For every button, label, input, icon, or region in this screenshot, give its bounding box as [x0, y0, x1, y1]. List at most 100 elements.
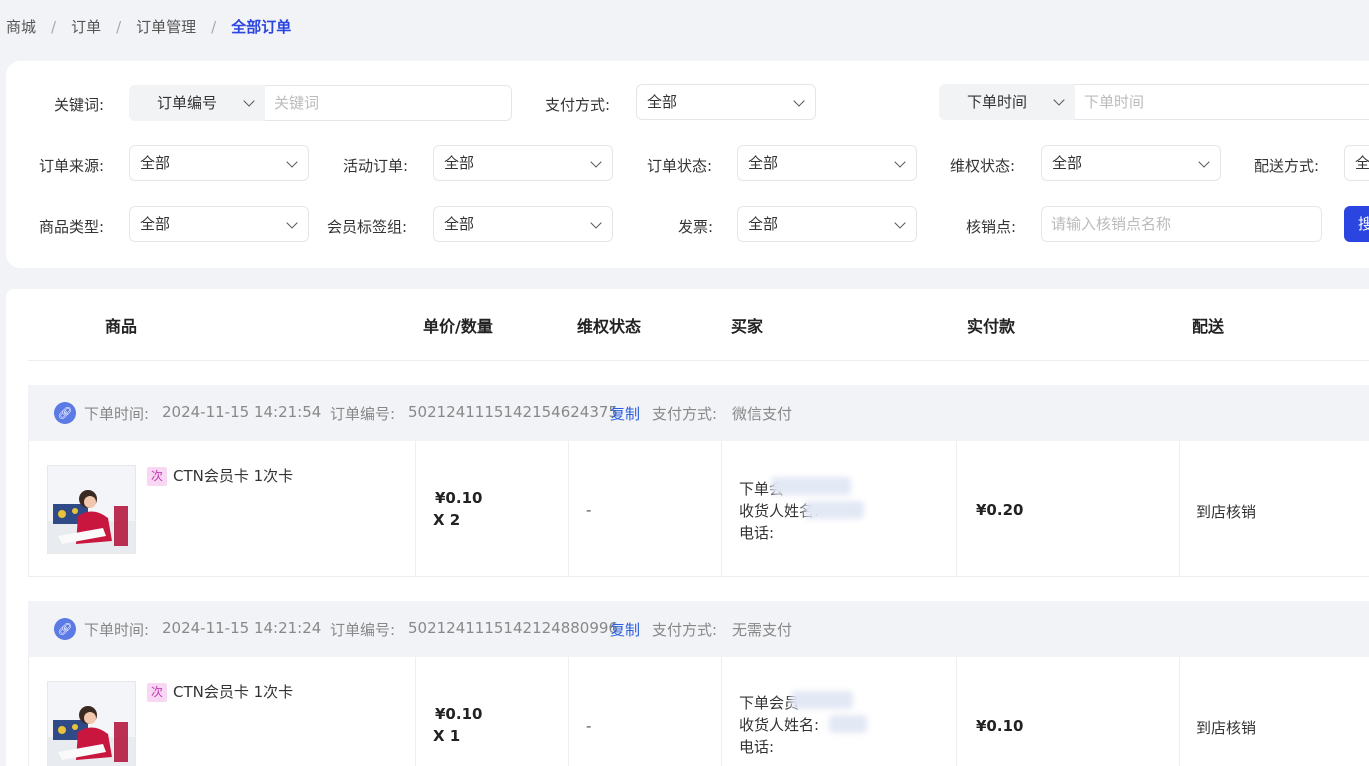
paid-amount: ¥0.20	[976, 501, 1024, 519]
filter-panel: 关键词: 订单编号 关键词 支付方式: 全部 下单时间 下单时间 订单来源: 全…	[6, 61, 1369, 268]
activity-order-select[interactable]: 全部	[433, 145, 613, 181]
pay-method-label: 支付方式:	[652, 405, 718, 423]
verify-point-label: 核销点:	[966, 218, 1017, 236]
order-time-placeholder: 下单时间	[1084, 93, 1145, 111]
breadcrumb-item-order[interactable]: 订单	[71, 16, 101, 37]
pay-method-label: 支付方式:	[545, 96, 611, 114]
order-time: 2024-11-15 14:21:54	[162, 403, 322, 421]
product-thumbnail[interactable]	[47, 465, 136, 554]
paid-amount: ¥0.10	[976, 717, 1024, 735]
order-source-select[interactable]: 全部	[129, 145, 309, 181]
goods-type-value: 全部	[140, 215, 171, 233]
invoice-label: 发票:	[678, 218, 714, 236]
pay-method: 微信支付	[732, 405, 793, 423]
order-time-input[interactable]: 下单时间	[1075, 84, 1369, 120]
rights-status-label: 维权状态:	[950, 157, 1016, 175]
column-divider	[1179, 657, 1180, 766]
buyer-receiver-name: 收货人姓名:	[739, 716, 820, 734]
order-no-label: 订单编号:	[330, 621, 396, 639]
header-paid: 实付款	[967, 317, 1016, 336]
invoice-value: 全部	[748, 215, 779, 233]
breadcrumb-item-mall[interactable]: 商城	[6, 16, 36, 37]
header-goods: 商品	[105, 317, 138, 336]
column-divider	[415, 657, 416, 766]
quantity: X 2	[433, 511, 461, 529]
breadcrumb-item-order-manage[interactable]: 订单管理	[136, 16, 196, 37]
rights-status-value: 全部	[1052, 154, 1083, 172]
keyword-placeholder: 关键词	[274, 94, 320, 112]
pay-method-select[interactable]: 全部	[636, 84, 816, 120]
delivery-method-select[interactable]: 全	[1344, 145, 1369, 181]
chevron-down-icon	[894, 156, 906, 168]
order-status-value: 全部	[748, 154, 779, 172]
product-type-badge: 次	[147, 683, 167, 702]
rights-status: -	[586, 501, 592, 519]
column-divider	[956, 657, 957, 766]
breadcrumb: 商城 / 订单 / 订单管理 / 全部订单	[6, 16, 291, 37]
delivery-method: 到店核销	[1196, 719, 1257, 737]
chevron-down-icon	[286, 217, 298, 229]
order-header: 🔗︎ 下单时间: 2024-11-15 14:21:24 订单编号: 50212…	[28, 601, 1369, 657]
verify-point-input[interactable]: 请输入核销点名称	[1041, 206, 1322, 242]
column-divider	[1179, 441, 1180, 576]
copy-link[interactable]: 复制	[610, 403, 640, 424]
masked-info	[771, 477, 851, 495]
column-divider	[568, 441, 569, 576]
breadcrumb-separator: /	[51, 17, 57, 36]
order-status-label: 订单状态:	[647, 157, 713, 175]
order-time-type-select[interactable]: 下单时间	[939, 84, 1075, 120]
rights-status-select[interactable]: 全部	[1041, 145, 1221, 181]
unit-price: ¥0.10	[435, 705, 483, 723]
keyword-input[interactable]: 关键词	[265, 85, 512, 121]
column-divider	[956, 441, 957, 576]
keyword-type-select[interactable]: 订单编号	[129, 85, 265, 121]
order-time-type-value: 下单时间	[967, 93, 1028, 111]
member-tag-select[interactable]: 全部	[433, 206, 613, 242]
quantity: X 1	[433, 727, 461, 745]
rights-status: -	[586, 717, 592, 735]
masked-info	[804, 501, 864, 519]
member-tag-label: 会员标签组:	[327, 218, 408, 236]
copy-link[interactable]: 复制	[610, 619, 640, 640]
breadcrumb-separator: /	[211, 17, 217, 36]
invoice-select[interactable]: 全部	[737, 206, 917, 242]
chevron-down-icon	[286, 156, 298, 168]
keyword-type-value: 订单编号	[157, 94, 218, 112]
masked-info	[791, 691, 853, 709]
header-rights-status: 维权状态	[577, 317, 642, 336]
activity-order-label: 活动订单:	[343, 157, 409, 175]
delivery-method: 到店核销	[1196, 503, 1257, 521]
chevron-down-icon	[1198, 156, 1210, 168]
order-time: 2024-11-15 14:21:24	[162, 619, 322, 637]
keyword-label: 关键词:	[54, 96, 105, 114]
pay-method: 无需支付	[732, 621, 793, 639]
chevron-down-icon	[590, 156, 602, 168]
search-button[interactable]: 搜	[1344, 206, 1369, 242]
header-buyer: 买家	[731, 317, 764, 336]
activity-order-value: 全部	[444, 154, 475, 172]
masked-info	[829, 715, 867, 733]
unit-price: ¥0.10	[435, 489, 483, 507]
goods-type-label: 商品类型:	[39, 218, 105, 236]
order-time-label: 下单时间:	[84, 405, 150, 423]
column-divider	[721, 441, 722, 576]
product-thumbnail[interactable]	[47, 681, 136, 766]
chevron-down-icon	[793, 95, 805, 107]
column-divider	[415, 441, 416, 576]
chevron-down-icon	[894, 217, 906, 229]
breadcrumb-current: 全部订单	[231, 18, 292, 36]
order-time-label: 下单时间:	[84, 621, 150, 639]
delivery-method-label: 配送方式:	[1254, 157, 1320, 175]
order-status-select[interactable]: 全部	[737, 145, 917, 181]
product-name[interactable]: CTN会员卡 1次卡	[173, 681, 293, 702]
order-source-label: 订单来源:	[39, 157, 105, 175]
product-name[interactable]: CTN会员卡 1次卡	[173, 465, 293, 486]
goods-type-select[interactable]: 全部	[129, 206, 309, 242]
search-button-label: 搜	[1358, 215, 1369, 233]
order-no: 5021241115142124880996	[408, 619, 618, 637]
order-row: 次 CTN会员卡 1次卡 ¥0.10 X 2 - 下单会 收货人姓名: 电话: …	[28, 441, 1369, 577]
column-divider	[568, 657, 569, 766]
chevron-down-icon	[1053, 94, 1065, 106]
pay-method-label: 支付方式:	[652, 621, 718, 639]
member-tag-value: 全部	[444, 215, 475, 233]
